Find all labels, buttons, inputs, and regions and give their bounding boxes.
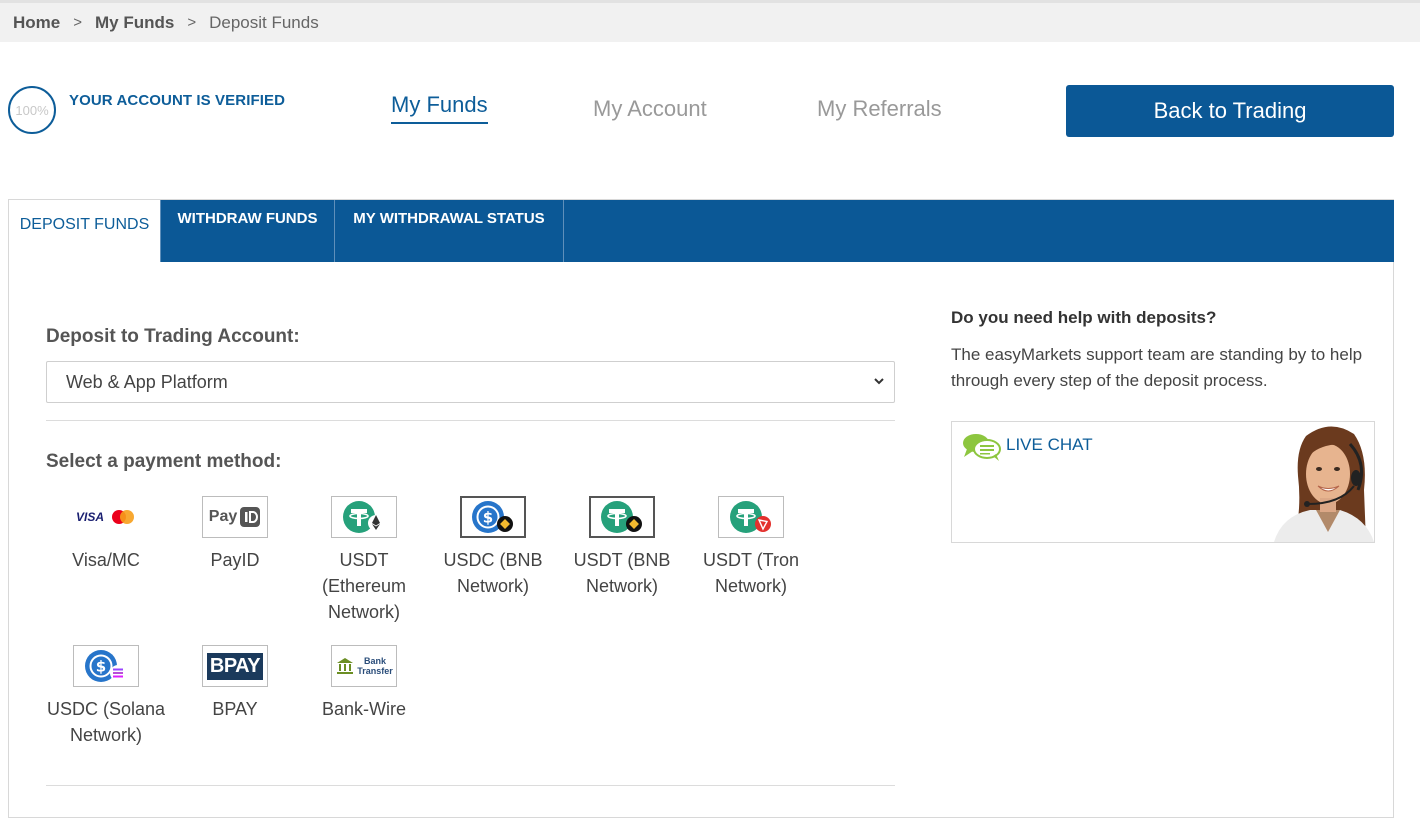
bpay-logo-text: BPAY [206, 652, 264, 680]
payment-method-name: BPAY [212, 699, 258, 719]
help-text: The easyMarkets support team are standin… [951, 345, 1363, 390]
tab-deposit-funds[interactable]: DEPOSIT FUNDS [9, 200, 160, 262]
svg-text:$: $ [96, 658, 106, 676]
payment-method-name: USDC (Solana Network) [46, 699, 166, 745]
payment-method-bank-wire[interactable]: Bank Transfer Bank-Wire [304, 645, 424, 722]
payment-method-usdc-solana[interactable]: $ USDC (Solana Network) [46, 645, 166, 748]
tab-bar: DEPOSIT FUNDS WITHDRAW FUNDS MY WITHDRAW… [9, 200, 1394, 262]
payment-method-usdt-bnb[interactable]: USDT (BNB Network) [562, 496, 682, 599]
payment-method-payid[interactable]: Pay PayID [175, 496, 295, 573]
usdc-solana-logo: $ [73, 645, 139, 687]
funds-panel: DEPOSIT FUNDS WITHDRAW FUNDS MY WITHDRAW… [8, 199, 1394, 818]
mastercard-icon [112, 510, 134, 524]
tether-bnb-icon [601, 501, 642, 533]
visa-mastercard-logo: VISA [73, 496, 139, 538]
live-chat-button[interactable]: LIVE CHAT [951, 421, 1375, 543]
nav-my-account[interactable]: My Account [593, 96, 707, 122]
bank-transfer-logo: Bank Transfer [331, 645, 397, 687]
payment-method-usdc-bnb[interactable]: $ USDC (BNB Network) [433, 496, 553, 599]
help-title: Do you need help with deposits? [951, 308, 1217, 327]
chat-bubbles-icon [963, 434, 1001, 461]
breadcrumb-separator: > [187, 14, 197, 31]
nav-my-referrals[interactable]: My Referrals [817, 96, 942, 122]
usdc-bnb-logo: $ [460, 496, 526, 538]
back-to-trading-button[interactable]: Back to Trading [1066, 85, 1394, 137]
breadcrumb: Home > My Funds > Deposit Funds [0, 0, 1420, 42]
verification-progress-ring: 100% [8, 86, 56, 134]
payment-method-usdt-tron[interactable]: USDT (Tron Network) [691, 496, 811, 599]
payment-method-name: USDT (BNB Network) [573, 550, 671, 596]
trading-account-value: Web & App Platform [66, 371, 228, 392]
usdt-bnb-logo [589, 496, 655, 538]
payment-method-label: Select a payment method: [46, 451, 282, 472]
visa-logo-text: VISA [75, 510, 104, 524]
usdt-tron-logo [718, 496, 784, 538]
chevron-down-icon [874, 378, 884, 385]
divider [46, 420, 895, 421]
bank-icon [337, 658, 354, 674]
breadcrumb-separator: > [73, 14, 82, 31]
tether-ethereum-icon [343, 501, 384, 533]
divider [46, 785, 895, 786]
usdc-bnb-icon: $ [472, 501, 513, 533]
payment-method-name: USDC (BNB Network) [443, 550, 543, 596]
usdc-solana-icon: $ [85, 650, 126, 682]
deposit-account-label: Deposit to Trading Account: [46, 326, 300, 347]
bpay-logo: BPAY [202, 645, 268, 687]
payment-method-bpay[interactable]: BPAY BPAY [175, 645, 295, 722]
breadcrumb-home[interactable]: Home [13, 13, 60, 33]
payment-method-visa-mc[interactable]: VISA Visa/MC [46, 496, 166, 573]
tether-tron-icon [730, 501, 771, 533]
payid-logo-text: Pay [208, 508, 238, 525]
verification-text: YOUR ACCOUNT IS VERIFIED [69, 92, 286, 109]
payment-method-name: USDT (Ethereum Network) [321, 550, 407, 622]
svg-text:$: $ [483, 509, 493, 527]
bank-logo-text-2: Transfer [357, 666, 393, 676]
live-chat-label: LIVE CHAT [1006, 435, 1093, 454]
payment-method-name: USDT (Tron Network) [702, 550, 799, 596]
support-agent-image [1274, 426, 1374, 542]
payment-method-name: Visa/MC [72, 550, 140, 570]
tab-withdrawal-status[interactable]: MY WITHDRAWAL STATUS [335, 200, 564, 262]
trading-account-select[interactable]: Web & App Platform [46, 361, 895, 403]
verification-percent: 100% [15, 102, 49, 118]
nav-my-funds[interactable]: My Funds [391, 92, 488, 124]
payid-id-icon [240, 507, 261, 527]
usdt-ethereum-logo [331, 496, 397, 538]
payment-method-name: Bank-Wire [321, 699, 406, 719]
bank-logo-text-1: Bank [363, 656, 386, 666]
payment-method-name: PayID [210, 550, 260, 570]
tab-withdraw-funds[interactable]: WITHDRAW FUNDS [160, 200, 335, 262]
payid-logo: Pay [202, 496, 268, 538]
breadcrumb-my-funds[interactable]: My Funds [95, 13, 174, 33]
payment-method-usdt-ethereum[interactable]: USDT (Ethereum Network) [304, 496, 424, 625]
breadcrumb-current: Deposit Funds [209, 12, 319, 32]
verification-status: 100% YOUR ACCOUNT IS VERIFIED [8, 86, 285, 134]
